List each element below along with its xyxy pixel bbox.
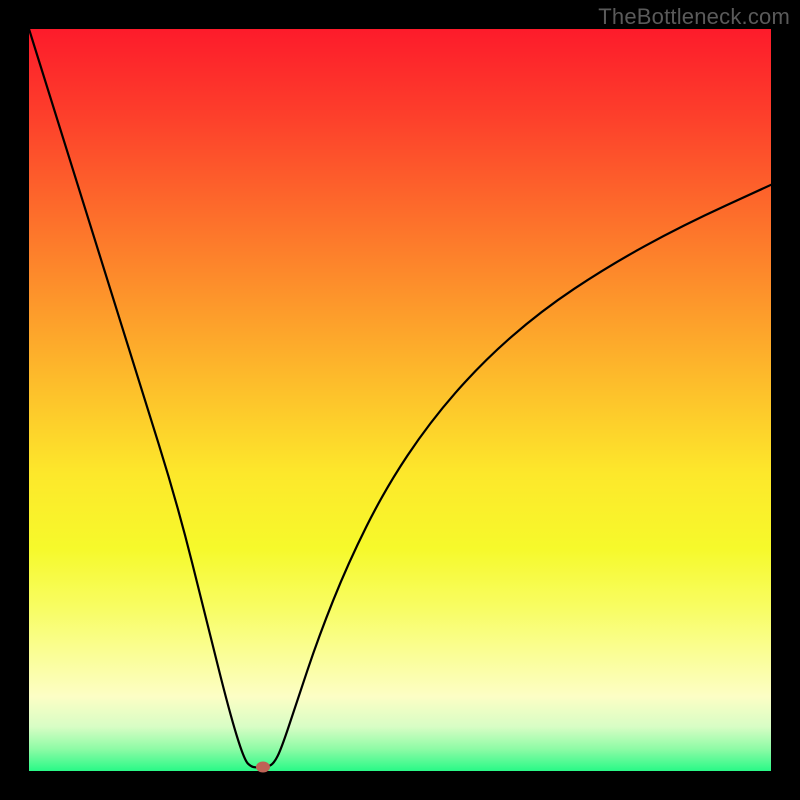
- watermark-text: TheBottleneck.com: [598, 4, 790, 30]
- optimal-point-marker: [256, 762, 270, 773]
- chart-frame: TheBottleneck.com: [0, 0, 800, 800]
- plot-area: [29, 29, 771, 771]
- bottleneck-curve: [29, 29, 771, 771]
